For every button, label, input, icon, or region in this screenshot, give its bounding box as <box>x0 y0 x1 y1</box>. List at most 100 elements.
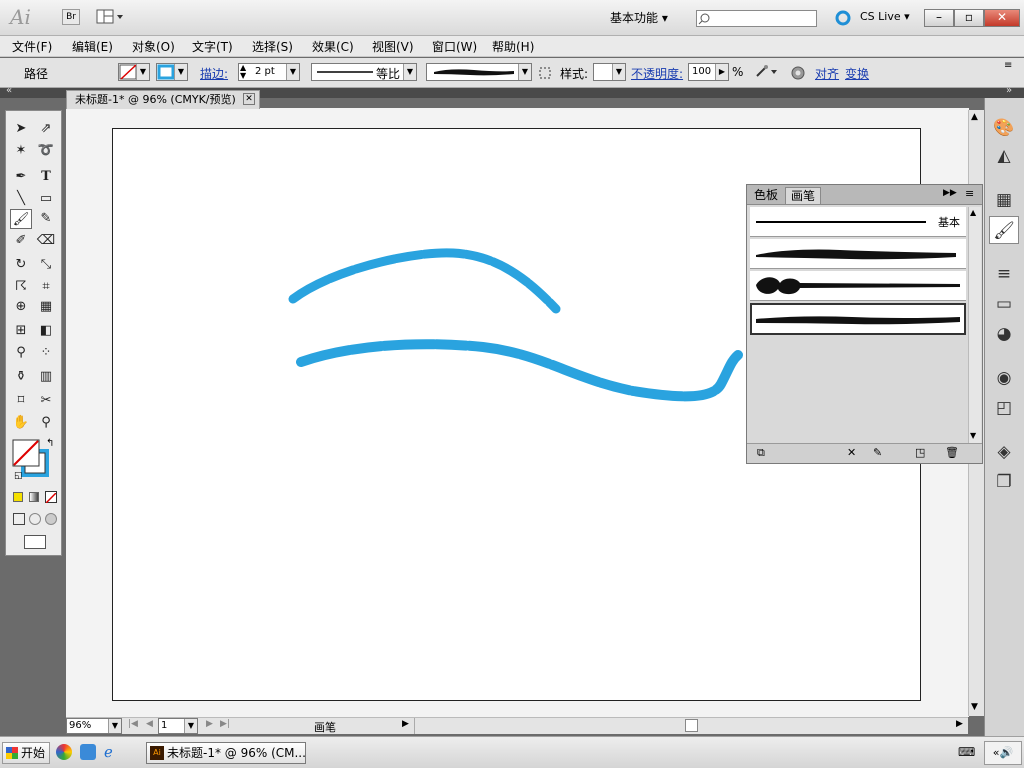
artboard-number-field[interactable]: 1 ▼ <box>158 718 198 734</box>
opacity-field[interactable]: 100 ▶ <box>688 63 729 81</box>
free-transform-tool[interactable]: ⌗ <box>35 277 57 297</box>
menu-help[interactable]: 帮助(H) <box>492 38 534 55</box>
scroll-up-icon[interactable]: ▲ <box>970 208 976 217</box>
document-tab[interactable]: 未标题-1* @ 96% (CMYK/预览) ✕ <box>66 90 260 109</box>
color-mode-icon[interactable] <box>13 492 23 502</box>
brush-item-ornament[interactable] <box>750 271 966 301</box>
last-artboard-icon[interactable]: ▶| <box>220 719 230 729</box>
minimize-button[interactable]: – <box>924 9 954 27</box>
transform-panel-link[interactable]: 变换 <box>845 65 869 82</box>
chrome-icon[interactable] <box>56 744 72 760</box>
workspace-switcher[interactable]: 基本功能 ▾ <box>610 9 668 26</box>
color-panel-icon[interactable]: 🎨 <box>989 114 1019 142</box>
opacity-panel-link[interactable]: 不透明度: <box>631 65 683 82</box>
variable-width-profile-dropdown[interactable]: 等比 ▼ <box>311 63 417 81</box>
line-tool[interactable]: ╲ <box>10 189 32 209</box>
tray-keyboard-icon[interactable]: ⌨ <box>958 745 975 759</box>
menu-type[interactable]: 文字(T) <box>192 38 233 55</box>
scroll-right-icon[interactable]: ▶ <box>956 719 963 729</box>
column-graph-tool[interactable]: ▥ <box>35 367 57 387</box>
close-tab-icon[interactable]: ✕ <box>243 93 255 105</box>
collapse-left-icon[interactable]: « <box>6 85 12 96</box>
brush-stroke-upper[interactable] <box>288 248 561 314</box>
prev-artboard-icon[interactable]: ◀ <box>146 719 153 729</box>
brush-item-basic[interactable]: 基本 <box>750 207 966 237</box>
panel-menu-icon[interactable]: ≡ <box>965 187 974 200</box>
help-search-input[interactable] <box>696 10 817 27</box>
paintbrush-tool[interactable]: 🖌 <box>10 209 32 229</box>
zoom-field[interactable]: 96% ▼ <box>66 718 122 734</box>
tab-brushes[interactable]: 画笔 <box>785 187 822 204</box>
layers-panel-icon[interactable]: ◈ <box>989 438 1019 466</box>
stroke-weight-field[interactable]: ▲ ▼ 2 pt ▼ <box>238 63 300 81</box>
rectangle-tool[interactable]: ▭ <box>35 189 57 209</box>
tab-swatches[interactable]: 色板 <box>749 187 783 204</box>
draw-inside-icon[interactable] <box>45 513 57 525</box>
slice-tool[interactable]: ✂ <box>35 391 57 411</box>
blend-tool[interactable]: ⁘ <box>35 343 57 363</box>
scroll-down-icon[interactable]: ▼ <box>971 702 978 712</box>
new-brush-icon[interactable]: ◳ <box>915 446 925 459</box>
gradient-mode-icon[interactable] <box>29 492 39 502</box>
zoom-tool[interactable]: ⚲ <box>35 413 57 433</box>
swatches-panel-icon[interactable]: ▦ <box>989 186 1019 214</box>
remove-brush-stroke-icon[interactable]: ✕ <box>847 446 856 459</box>
recolor-artwork-button[interactable] <box>754 64 780 83</box>
panel-menu-icon[interactable]: ≡ <box>1004 60 1012 71</box>
tray-expand-button[interactable]: «🔊 <box>984 741 1022 765</box>
type-tool[interactable]: T <box>35 167 57 187</box>
brush-definition-dropdown[interactable]: ▼ <box>426 63 532 81</box>
mesh-tool[interactable]: ⊞ <box>10 321 32 341</box>
brush-item-charcoal[interactable] <box>750 239 966 269</box>
none-mode-icon[interactable] <box>45 491 57 504</box>
screen-mode-icon[interactable] <box>24 535 46 549</box>
brush-options-icon[interactable] <box>538 66 552 83</box>
magic-wand-tool[interactable]: ✶ <box>10 141 32 161</box>
graphic-styles-panel-icon[interactable]: ◰ <box>989 394 1019 422</box>
rotate-tool[interactable]: ↻ <box>10 255 32 275</box>
brush-stroke-lower[interactable] <box>296 339 743 402</box>
next-artboard-icon[interactable]: ▶ <box>206 719 213 729</box>
arrange-documents-button[interactable] <box>96 9 126 25</box>
eraser-tool[interactable]: ⌫ <box>35 231 57 251</box>
artboards-panel-icon[interactable]: ❐ <box>989 468 1019 496</box>
menu-file[interactable]: 文件(F) <box>12 38 52 55</box>
menu-object[interactable]: 对象(O) <box>132 38 175 55</box>
artboard-tool[interactable]: ⌑ <box>10 391 32 411</box>
warp-tool[interactable]: ☈ <box>10 277 32 297</box>
align-panel-link[interactable]: 对齐 <box>815 65 839 82</box>
horizontal-scroll-track[interactable] <box>414 718 954 734</box>
close-button[interactable]: ✕ <box>984 9 1020 27</box>
graphic-style-dropdown[interactable]: ▼ <box>593 63 626 81</box>
gear-icon[interactable] <box>790 65 806 84</box>
hand-tool[interactable]: ✋ <box>10 413 32 433</box>
status-menu-icon[interactable]: ▶ <box>402 719 409 729</box>
cslive-menu[interactable]: CS Live ▾ <box>860 10 910 23</box>
blob-brush-tool[interactable]: ✐ <box>10 231 32 251</box>
stroke-panel-link[interactable]: 描边: <box>200 65 228 82</box>
scroll-down-icon[interactable]: ▼ <box>970 431 976 440</box>
brush-list-scrollbar[interactable]: ▲ ▼ <box>968 207 981 445</box>
first-artboard-icon[interactable]: |◀ <box>128 719 138 729</box>
draw-normal-icon[interactable] <box>13 513 25 525</box>
selection-tool[interactable]: ➤ <box>10 119 32 139</box>
draw-behind-icon[interactable] <box>29 513 41 525</box>
brush-item-dry-ink[interactable] <box>750 303 966 335</box>
lasso-tool[interactable]: ➰ <box>35 141 57 161</box>
ie-icon[interactable]: ℯ <box>104 743 113 761</box>
gradient-panel-icon[interactable]: ▭ <box>989 290 1019 318</box>
collapse-panel-icon[interactable]: ▶▶ <box>943 188 957 198</box>
taskbar-illustrator-window[interactable]: Ai 未标题-1* @ 96% (CM... <box>146 742 306 764</box>
fill-color-dropdown[interactable]: ▼ <box>118 63 150 81</box>
pencil-tool[interactable]: ✎ <box>35 209 57 229</box>
maximize-button[interactable]: ▫ <box>954 9 984 27</box>
shape-builder-tool[interactable]: ⊕ <box>10 297 32 317</box>
scroll-up-icon[interactable]: ▲ <box>971 112 978 122</box>
brush-libraries-icon[interactable]: ⧉ <box>757 446 765 460</box>
menu-select[interactable]: 选择(S) <box>252 38 293 55</box>
gradient-tool[interactable]: ◧ <box>35 321 57 341</box>
stroke-panel-icon[interactable]: ≡ <box>989 260 1019 288</box>
menu-edit[interactable]: 编辑(E) <box>72 38 113 55</box>
brushes-panel-icon[interactable]: 🖌 <box>989 216 1019 244</box>
delete-brush-icon[interactable]: 🗑 <box>945 446 959 459</box>
